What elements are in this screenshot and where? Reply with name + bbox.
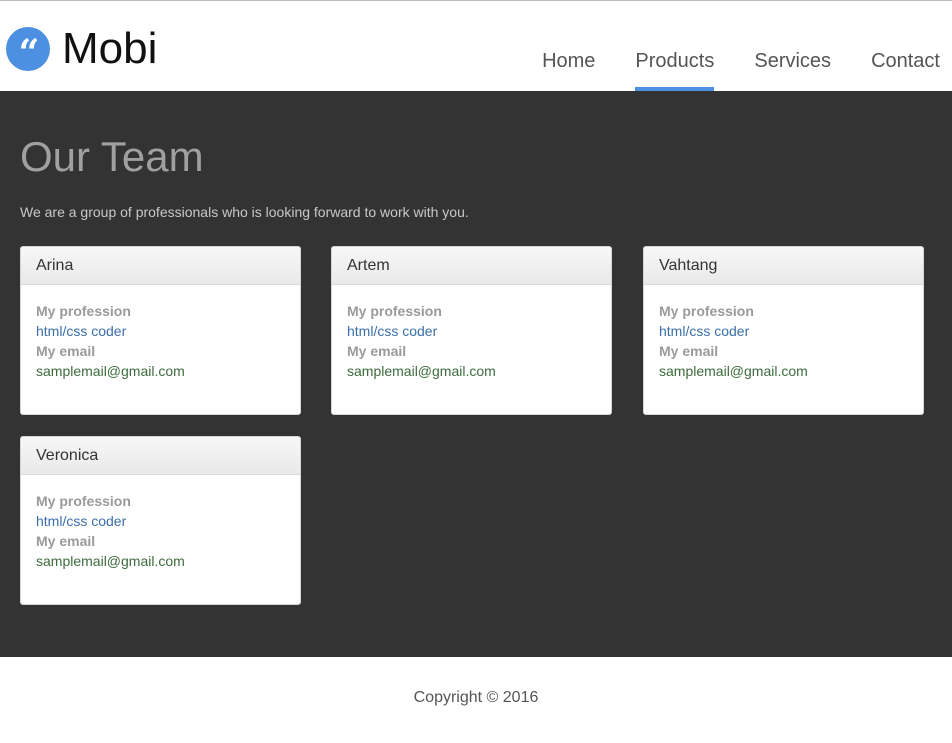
site-header: “ Mobi Home Products Services Contact xyxy=(0,1,952,91)
brand-name: Mobi xyxy=(62,24,158,73)
email-value[interactable]: samplemail@gmail.com xyxy=(659,361,908,381)
member-name: Veronica xyxy=(21,437,300,475)
nav-item-home[interactable]: Home xyxy=(542,1,595,91)
member-name: Vahtang xyxy=(644,247,923,285)
brand[interactable]: “ Mobi xyxy=(6,24,158,74)
team-member-card: Vahtang My profession html/css coder My … xyxy=(643,246,924,415)
profession-value: html/css coder xyxy=(659,323,750,339)
email-value[interactable]: samplemail@gmail.com xyxy=(347,361,596,381)
email-value[interactable]: samplemail@gmail.com xyxy=(36,361,285,381)
member-name: Artem xyxy=(332,247,611,285)
copyright-text: Copyright © 2016 xyxy=(413,689,539,706)
quote-icon: “ xyxy=(6,27,50,74)
main-nav: Home Products Services Contact xyxy=(542,1,952,91)
email-label: My email xyxy=(659,343,719,359)
team-member-card: Veronica My profession html/css coder My… xyxy=(20,436,301,605)
profession-label: My profession xyxy=(347,303,442,319)
profession-value: html/css coder xyxy=(36,513,127,529)
team-member-card: Arina My profession html/css coder My em… xyxy=(20,246,301,415)
profession-value: html/css coder xyxy=(36,323,127,339)
profession-label: My profession xyxy=(36,493,131,509)
nav-item-services[interactable]: Services xyxy=(754,1,831,91)
page-lead: We are a group of professionals who is l… xyxy=(20,204,469,220)
nav-item-contact[interactable]: Contact xyxy=(871,1,940,91)
team-member-card: Artem My profession html/css coder My em… xyxy=(331,246,612,415)
logo-glyph: “ xyxy=(18,32,40,74)
member-name: Arina xyxy=(21,247,300,285)
site-footer: Copyright © 2016 xyxy=(0,657,952,743)
profession-label: My profession xyxy=(36,303,131,319)
email-label: My email xyxy=(347,343,407,359)
email-label: My email xyxy=(36,343,96,359)
profession-label: My profession xyxy=(659,303,754,319)
page-title: Our Team xyxy=(20,133,204,180)
nav-item-products[interactable]: Products xyxy=(635,1,714,91)
email-value[interactable]: samplemail@gmail.com xyxy=(36,551,285,571)
team-section: Our Team We are a group of professionals… xyxy=(0,91,952,657)
email-label: My email xyxy=(36,533,96,549)
profession-value: html/css coder xyxy=(347,323,438,339)
